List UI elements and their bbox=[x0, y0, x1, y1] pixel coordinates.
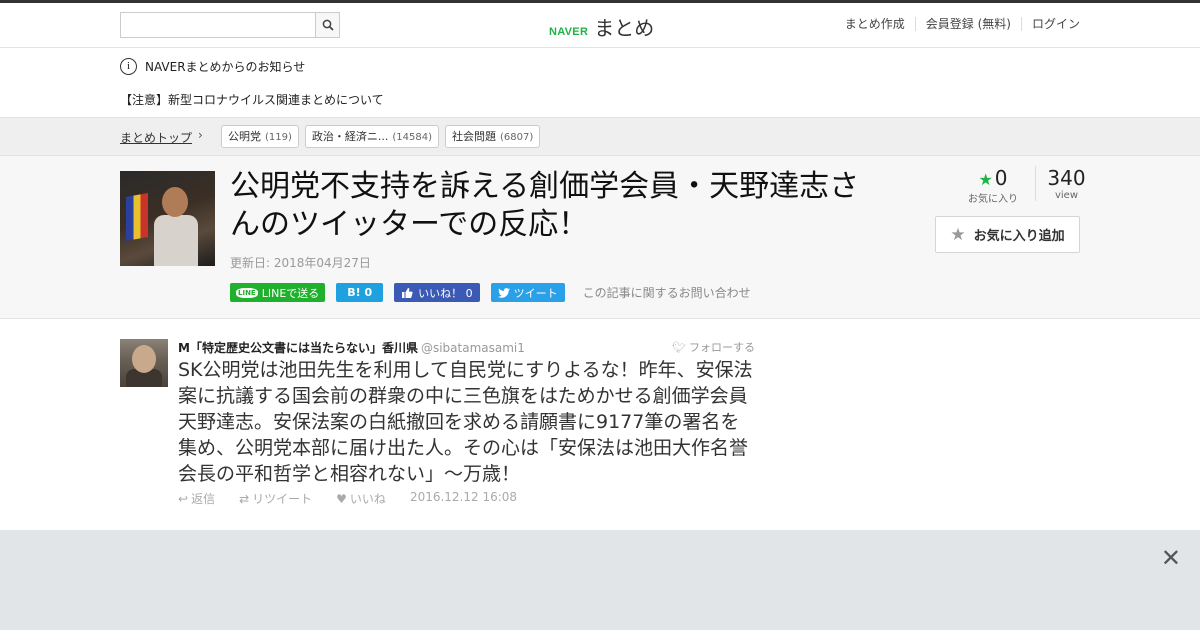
view-number: 340 bbox=[1047, 166, 1086, 190]
tag-label: 社会問題 bbox=[452, 130, 497, 143]
notice-item-link[interactable]: 【注意】新型コロナウイルス関連まとめについて bbox=[120, 91, 384, 108]
twitter-bird-icon bbox=[497, 287, 510, 298]
like-button[interactable]: ♥ いいね bbox=[336, 490, 398, 507]
facebook-like-button[interactable]: いいね！ 0 bbox=[394, 283, 480, 302]
tag-count: (14584) bbox=[392, 132, 433, 143]
star-icon: ★ bbox=[950, 224, 966, 245]
header-links: まとめ作成 会員登録 (無料) ログイン bbox=[835, 17, 1080, 31]
tag-list: 公明党 (119) 政治・経済ニ... (14584) 社会問題 (6807) bbox=[221, 125, 546, 148]
article-header: 公明党不支持を訴える創価学会員・天野達志さんのツイッターでの反応！ 更新日: 2… bbox=[0, 156, 1200, 319]
facebook-like-icon bbox=[402, 287, 413, 298]
embedded-tweet: M「特定歴史公文書には当たらない」香川県 @sibatamasami1 🐦︎ フォロ… bbox=[0, 319, 1200, 531]
like-label: いいね bbox=[349, 492, 386, 506]
search-input[interactable] bbox=[121, 13, 315, 37]
tag-politics[interactable]: 政治・経済ニ... (14584) bbox=[304, 125, 440, 148]
tweet-button[interactable]: ツイート bbox=[490, 283, 565, 302]
breadcrumb-top-link[interactable]: まとめトップ bbox=[120, 129, 192, 146]
ad-banner-area: ✕ bbox=[0, 530, 1200, 630]
tweet-timestamp[interactable]: 2016.12.12 16:08 bbox=[410, 490, 517, 507]
info-icon: i bbox=[120, 58, 137, 75]
retweet-button[interactable]: ⇄ リツイート bbox=[239, 490, 324, 507]
top-bar: NAVER まとめ まとめ作成 会員登録 (無料) ログイン bbox=[0, 0, 1200, 48]
reply-button[interactable]: ↩ 返信 bbox=[178, 490, 227, 507]
heart-icon: ♥ bbox=[336, 492, 347, 506]
search-box bbox=[120, 12, 340, 38]
logo-naver: NAVER bbox=[549, 26, 589, 38]
search-button[interactable] bbox=[315, 13, 339, 37]
retweet-label: リツイート bbox=[252, 492, 313, 506]
twitter-bird-icon: 🐦︎ bbox=[672, 341, 686, 354]
updated-date: 更新日: 2018年04月27日 bbox=[230, 256, 371, 270]
favorite-label: お気に入り bbox=[968, 194, 1018, 205]
line-share-label: LINEで送る bbox=[261, 286, 320, 300]
thumb-body bbox=[154, 215, 198, 266]
thumb-head bbox=[162, 187, 188, 217]
inquiry-link[interactable]: この記事に関するお問い合わせ bbox=[583, 284, 751, 301]
avatar[interactable] bbox=[120, 339, 168, 387]
hatena-bookmark-button[interactable]: B! 0 bbox=[336, 283, 384, 302]
naver-matome-logo[interactable]: NAVER まとめ bbox=[549, 12, 654, 41]
line-icon: LINE bbox=[236, 287, 258, 298]
retweet-icon: ⇄ bbox=[239, 492, 250, 506]
reply-icon: ↩ bbox=[178, 492, 189, 506]
favorite-count: ★ 0 お気に入り bbox=[963, 166, 1023, 205]
favorite-number: 0 bbox=[994, 166, 1008, 190]
flag-shape bbox=[126, 193, 148, 241]
tweet-author-handle: @sibatamasami1 bbox=[420, 341, 525, 355]
share-buttons: LINE LINEで送る B! 0 いいね！ 0 ツイート この記事に関するお問い… bbox=[230, 283, 751, 302]
register-link[interactable]: 会員登録 (無料) bbox=[914, 17, 1021, 31]
add-favorite-button[interactable]: ★ お気に入り追加 bbox=[935, 216, 1080, 253]
close-icon[interactable]: ✕ bbox=[1161, 546, 1181, 570]
chevron-right-icon: › bbox=[198, 128, 203, 142]
tag-label: 政治・経済ニ... bbox=[311, 130, 389, 143]
tweet-author-name: M「特定歴史公文書には当たらない」香川県 bbox=[178, 341, 418, 355]
tweet-text: SK公明党は池田先生を利用して自民党にすりよるな！昨年、安保法案に抗議する国会前… bbox=[178, 359, 753, 485]
tag-komeito[interactable]: 公明党 (119) bbox=[221, 125, 299, 148]
reply-label: 返信 bbox=[191, 492, 216, 506]
line-share-button[interactable]: LINE LINEで送る bbox=[230, 283, 326, 302]
tweet-author[interactable]: M「特定歴史公文書には当たらない」香川県 @sibatamasami1 bbox=[178, 339, 525, 356]
view-label: view bbox=[1054, 190, 1079, 201]
follow-label: フォローする bbox=[688, 341, 755, 354]
add-favorite-label: お気に入り追加 bbox=[973, 229, 1065, 244]
tweet-actions: ↩ 返信 ⇄ リツイート ♥ いいね 2016.12.12 16:08 bbox=[178, 490, 529, 507]
article-title: 公明党不支持を訴える創価学会員・天野達志さんのツイッターでの反応！ bbox=[230, 169, 860, 242]
breadcrumb: まとめトップ › 公明党 (119) 政治・経済ニ... (14584) 社会問題(… bbox=[0, 118, 1200, 156]
notice-heading: NAVERまとめからのお知らせ bbox=[145, 60, 306, 74]
article-thumbnail bbox=[120, 171, 215, 266]
tag-label: 公明党 bbox=[228, 130, 261, 143]
logo-matome: まとめ bbox=[594, 16, 655, 40]
create-matome-link[interactable]: まとめ作成 bbox=[835, 17, 915, 31]
facebook-like-label: いいね！ 0 bbox=[418, 286, 473, 300]
view-count: 340 view bbox=[1035, 166, 1089, 201]
tag-social[interactable]: 社会問題 (6807) bbox=[445, 125, 541, 148]
notice-heading-row: i NAVERまとめからのお知らせ bbox=[120, 58, 305, 75]
tag-count: (119) bbox=[265, 132, 292, 143]
notice-section: i NAVERまとめからのお知らせ 【注意】新型コロナウイルス関連まとめについて bbox=[0, 48, 1200, 118]
follow-button[interactable]: 🐦︎ フォローする bbox=[672, 339, 755, 355]
avatar-face bbox=[132, 345, 156, 373]
star-icon: ★ bbox=[978, 170, 993, 189]
tag-count: (6807) bbox=[500, 132, 534, 143]
login-link[interactable]: ログイン bbox=[1020, 17, 1080, 31]
search-icon bbox=[322, 19, 334, 31]
tweet-label: ツイート bbox=[513, 286, 558, 300]
